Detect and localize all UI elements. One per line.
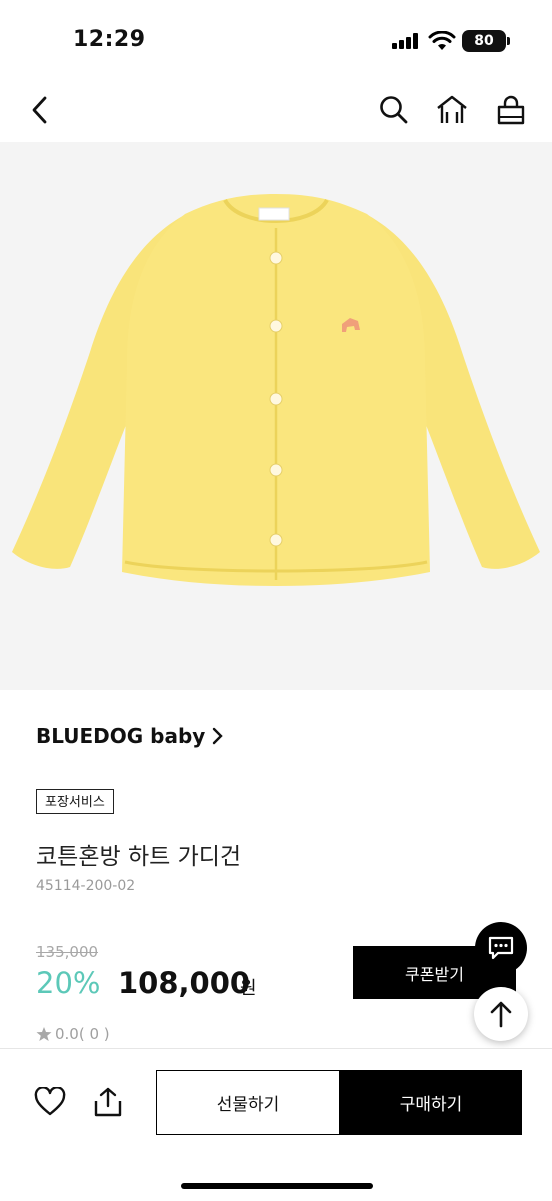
- home-button[interactable]: [432, 90, 472, 130]
- cart-icon: [497, 95, 525, 125]
- product-image: [0, 142, 552, 690]
- buy-button[interactable]: 구매하기: [340, 1070, 522, 1135]
- gift-button[interactable]: 선물하기: [156, 1070, 340, 1135]
- brand-link[interactable]: BLUEDOG baby: [36, 724, 224, 748]
- search-button[interactable]: [374, 90, 414, 130]
- status-time: 12:29: [73, 27, 146, 52]
- product-name: 코튼혼방 하트 가디건: [36, 844, 242, 870]
- star-icon: [36, 1027, 52, 1041]
- cart-button[interactable]: [491, 90, 531, 130]
- search-icon: [380, 96, 408, 124]
- status-bar: 12:29 80: [0, 0, 552, 80]
- buy-button-label: 구매하기: [399, 1095, 463, 1115]
- chat-button[interactable]: [475, 922, 527, 974]
- discount-rate: 20%: [36, 966, 101, 1000]
- rating: 0.0( 0 ): [36, 1025, 110, 1043]
- wifi-icon: [428, 31, 456, 50]
- cardigan-illustration: [12, 194, 540, 586]
- arrow-up-icon: [490, 1001, 512, 1028]
- battery-indicator: 80: [462, 30, 506, 52]
- rating-value: 0.0( 0 ): [55, 1025, 110, 1043]
- heart-icon: [34, 1087, 66, 1116]
- brand-name: BLUEDOG baby: [36, 724, 206, 748]
- back-icon: [32, 96, 47, 124]
- chat-icon: [488, 936, 514, 960]
- sale-price: 108,000: [118, 966, 251, 1000]
- service-tag: 포장서비스: [36, 789, 114, 814]
- share-icon: [94, 1087, 122, 1117]
- original-price: 135,000: [36, 943, 99, 961]
- chevron-right-icon: [213, 727, 224, 745]
- gift-button-label: 선물하기: [216, 1095, 280, 1115]
- wishlist-button[interactable]: [33, 1085, 67, 1119]
- battery-cap: [507, 37, 510, 45]
- home-indicator: [181, 1183, 373, 1189]
- coupon-button-label: 쿠폰받기: [405, 964, 464, 984]
- product-code: 45114-200-02: [36, 878, 136, 894]
- back-button[interactable]: [20, 90, 60, 130]
- scroll-top-button[interactable]: [474, 987, 528, 1041]
- home-icon: [437, 95, 467, 123]
- share-button[interactable]: [91, 1085, 125, 1119]
- cellular-signal-icon: [392, 33, 418, 49]
- currency-unit: 원: [240, 978, 257, 999]
- nav-bar: [0, 80, 552, 142]
